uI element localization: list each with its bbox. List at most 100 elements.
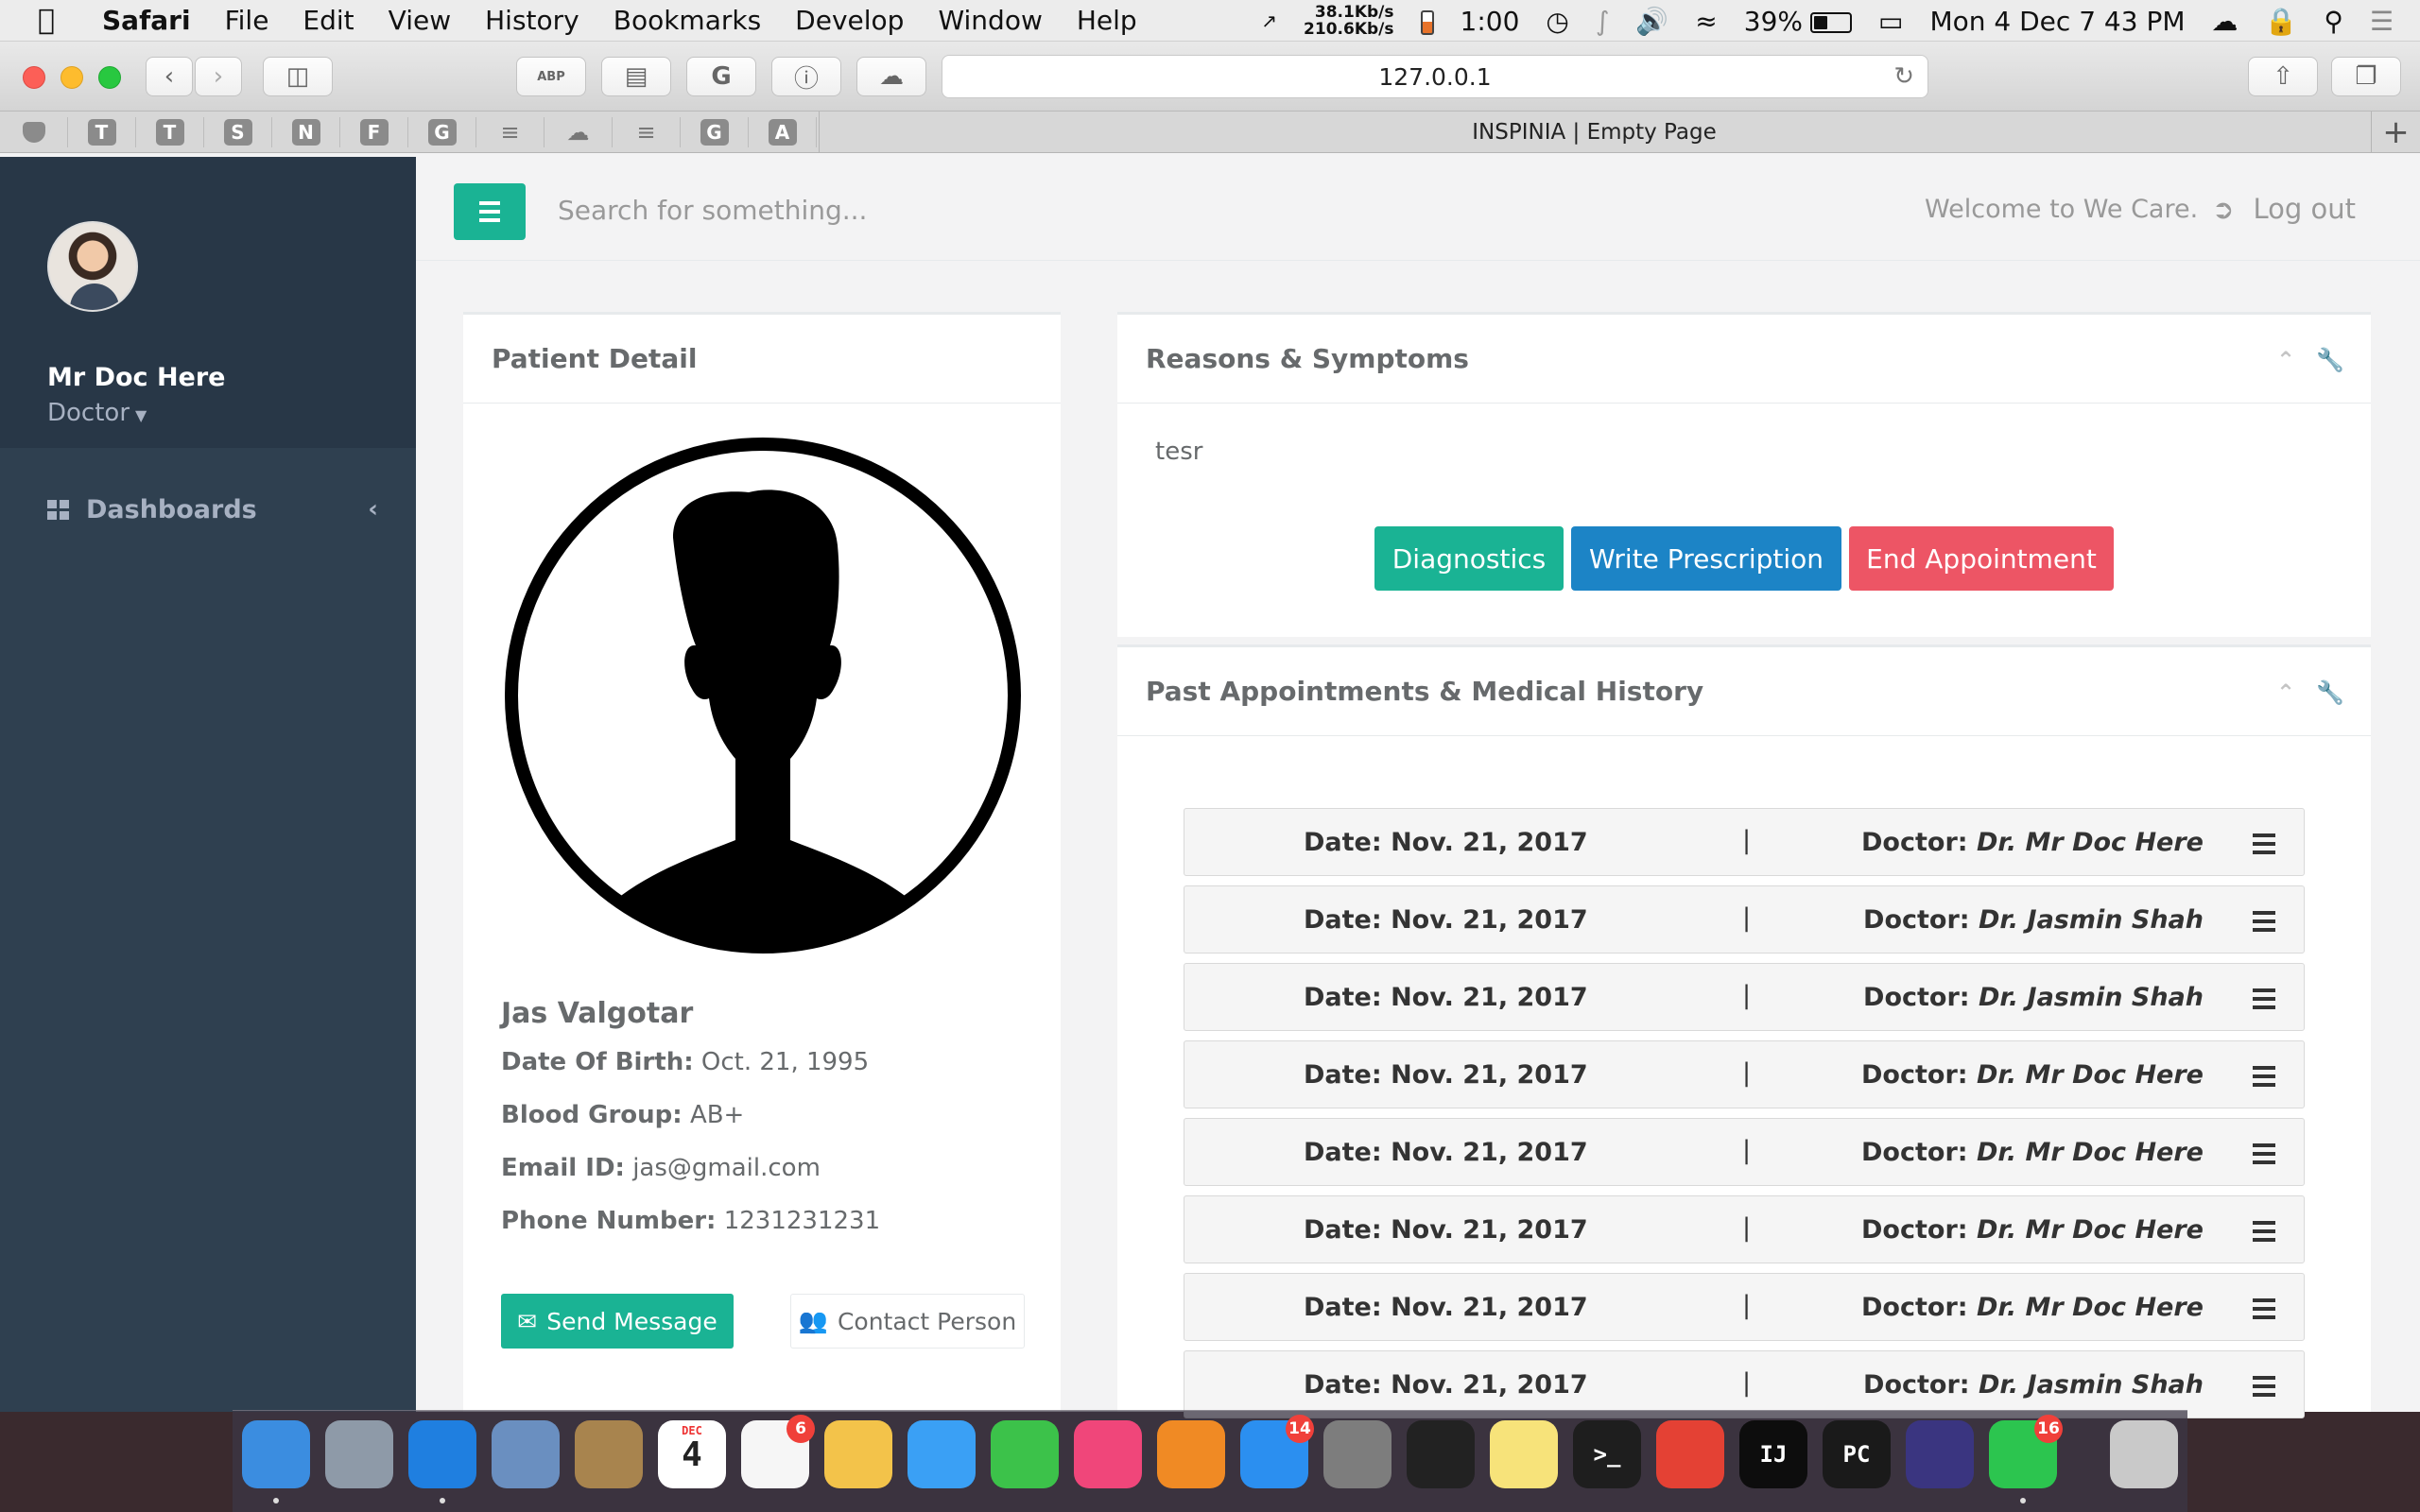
app-store-icon[interactable]: 14 — [1240, 1415, 1314, 1488]
trash-icon[interactable] — [2110, 1420, 2178, 1488]
battery-percent[interactable]: 39% — [1744, 6, 1803, 37]
grammarly-extension-icon[interactable]: G — [686, 57, 756, 96]
row-menu-icon[interactable] — [2253, 1221, 2275, 1242]
zoom-window-button[interactable] — [98, 66, 121, 89]
menu-help[interactable]: Help — [1077, 5, 1137, 36]
menu-develop[interactable]: Develop — [795, 5, 904, 36]
send-message-button[interactable]: ✉ Send Message — [501, 1294, 734, 1349]
end-appointment-button[interactable]: End Appointment — [1849, 526, 2114, 591]
share-button[interactable]: ⇧ — [2248, 57, 2318, 96]
appointment-row[interactable]: Date: Nov. 21, 2017 | Doctor: Dr. Mr Doc H… — [1184, 1195, 2305, 1263]
eclipse-icon[interactable] — [1906, 1420, 1974, 1488]
user-role-dropdown[interactable]: Doctor ▼ — [47, 399, 147, 427]
pycharm-icon[interactable]: PC — [1823, 1420, 1891, 1488]
hamburger-menu-button[interactable] — [454, 183, 526, 240]
clock[interactable]: Mon 4 Dec 7 43 PM — [1929, 6, 2185, 37]
lock-icon[interactable]: 🔒 — [2265, 6, 2298, 37]
sidebar-item-dashboards[interactable]: Dashboards ‹ — [0, 478, 416, 541]
menu-bookmarks[interactable]: Bookmarks — [614, 5, 761, 36]
airplay-icon[interactable]: ▭ — [1878, 6, 1903, 37]
favorite-s[interactable]: S — [204, 117, 272, 147]
intellij-icon[interactable]: IJ — [1739, 1420, 1807, 1488]
pocket-favorite-icon[interactable] — [0, 117, 68, 147]
row-menu-icon[interactable] — [2253, 1298, 2275, 1319]
timer[interactable]: 1:00 — [1461, 6, 1520, 37]
favorite-g2[interactable]: G — [681, 117, 749, 147]
menu-history[interactable]: History — [485, 5, 579, 36]
apple-menu-icon[interactable]:  — [38, 4, 55, 37]
appointment-row[interactable]: Date: Nov. 21, 2017 | Doctor: Dr. Mr Doc H… — [1184, 1118, 2305, 1186]
back-button[interactable]: ‹ — [146, 57, 193, 96]
activity-monitor-icon[interactable] — [1407, 1420, 1475, 1488]
facetime-icon[interactable] — [991, 1420, 1059, 1488]
avatar[interactable] — [47, 221, 138, 312]
favorite-t2[interactable]: T — [136, 117, 204, 147]
favorite-f[interactable]: F — [340, 117, 408, 147]
appointment-row[interactable]: Date: Nov. 21, 2017 | Doctor: Dr. Jasmin S… — [1184, 1350, 2305, 1418]
menu-edit[interactable]: Edit — [302, 5, 354, 36]
close-window-button[interactable] — [23, 66, 45, 89]
menu-view[interactable]: View — [389, 5, 451, 36]
menu-file[interactable]: File — [225, 5, 269, 36]
menu-app-name[interactable]: Safari — [102, 5, 191, 36]
terminal-icon[interactable]: >_ — [1573, 1420, 1641, 1488]
info-extension-icon[interactable]: ⓘ — [771, 57, 841, 96]
reload-icon[interactable]: ↻ — [1893, 62, 1914, 91]
wrench-icon[interactable]: 🔧 — [2316, 347, 2344, 373]
row-menu-icon[interactable] — [2253, 1066, 2275, 1087]
menu-window[interactable]: Window — [938, 5, 1042, 36]
user-name[interactable]: Mr Doc Here — [47, 363, 226, 392]
search-input[interactable] — [558, 180, 917, 240]
new-tab-button[interactable]: + — [2371, 112, 2420, 153]
forward-button[interactable]: › — [195, 57, 242, 96]
itunes-icon[interactable] — [1074, 1420, 1142, 1488]
url-bar[interactable]: 127.0.0.1 ↻ — [942, 55, 1928, 98]
logout-link[interactable]: ➲ Log out — [2212, 193, 2356, 225]
write-prescription-button[interactable]: Write Prescription — [1571, 526, 1841, 591]
contact-person-button[interactable]: 👥 Contact Person — [790, 1294, 1025, 1349]
show-tabs-button[interactable]: ❐ — [2331, 57, 2401, 96]
adblock-extension-icon[interactable]: ABP — [516, 57, 586, 96]
system-preferences-icon[interactable] — [1323, 1420, 1392, 1488]
wrench-icon[interactable]: 🔧 — [2316, 679, 2344, 706]
appointment-row[interactable]: Date: Nov. 21, 2017 | Doctor: Dr. Mr Doc H… — [1184, 808, 2305, 876]
calendar-icon[interactable]: 4 DEC — [658, 1420, 726, 1488]
extension-window-icon[interactable]: ▤ — [601, 57, 671, 96]
favorite-g1[interactable]: G — [408, 117, 476, 147]
diagnostics-button[interactable]: Diagnostics — [1374, 526, 1564, 591]
spotlight-icon[interactable]: ⚲ — [2324, 6, 2343, 37]
cloud-favorite-icon[interactable]: ☁ — [544, 117, 613, 147]
minimize-window-button[interactable] — [60, 66, 83, 89]
row-menu-icon[interactable] — [2253, 833, 2275, 854]
stackoverflow2-favorite-icon[interactable]: ≡ — [613, 117, 681, 147]
row-menu-icon[interactable] — [2253, 988, 2275, 1009]
collapse-chevron-up-icon[interactable]: ⌃ — [2276, 679, 2295, 706]
ibooks-icon[interactable] — [1157, 1420, 1225, 1488]
row-menu-icon[interactable] — [2253, 911, 2275, 932]
row-menu-icon[interactable] — [2253, 1143, 2275, 1164]
messages-icon[interactable] — [908, 1420, 976, 1488]
tab-active[interactable]: INSPINIA | Empty Page — [819, 112, 2369, 153]
appointment-row[interactable]: Date: Nov. 21, 2017 | Doctor: Dr. Mr Doc H… — [1184, 1040, 2305, 1108]
photos-icon[interactable] — [824, 1420, 892, 1488]
contacts-icon[interactable] — [575, 1420, 643, 1488]
row-menu-icon[interactable] — [2253, 1376, 2275, 1397]
cloud-extension-icon[interactable]: ☁ — [856, 57, 926, 96]
whatsapp-icon[interactable]: 16 — [1989, 1415, 2063, 1488]
appointment-row[interactable]: Date: Nov. 21, 2017 | Doctor: Dr. Jasmin S… — [1184, 963, 2305, 1031]
mail-icon[interactable] — [492, 1420, 560, 1488]
favorite-n[interactable]: N — [272, 117, 340, 147]
finder-icon[interactable] — [242, 1420, 310, 1488]
stackoverflow-favorite-icon[interactable]: ≡ — [476, 117, 544, 147]
cloud-upload-icon[interactable]: ☁ — [2212, 6, 2238, 37]
volume-icon[interactable]: 🔊 — [1635, 6, 1668, 37]
favorite-t1[interactable]: T — [68, 117, 136, 147]
battery-icon[interactable] — [1810, 6, 1852, 37]
sidebar-toggle-button[interactable]: ◫ — [263, 57, 333, 96]
favorite-a[interactable]: A — [749, 117, 817, 147]
chrome-icon[interactable] — [1656, 1420, 1724, 1488]
reminders-icon[interactable]: 6 — [741, 1415, 815, 1488]
time-machine-icon[interactable]: ◷ — [1546, 6, 1568, 37]
appointment-row[interactable]: Date: Nov. 21, 2017 | Doctor: Dr. Mr Doc H… — [1184, 1273, 2305, 1341]
launchpad-icon[interactable] — [325, 1420, 393, 1488]
